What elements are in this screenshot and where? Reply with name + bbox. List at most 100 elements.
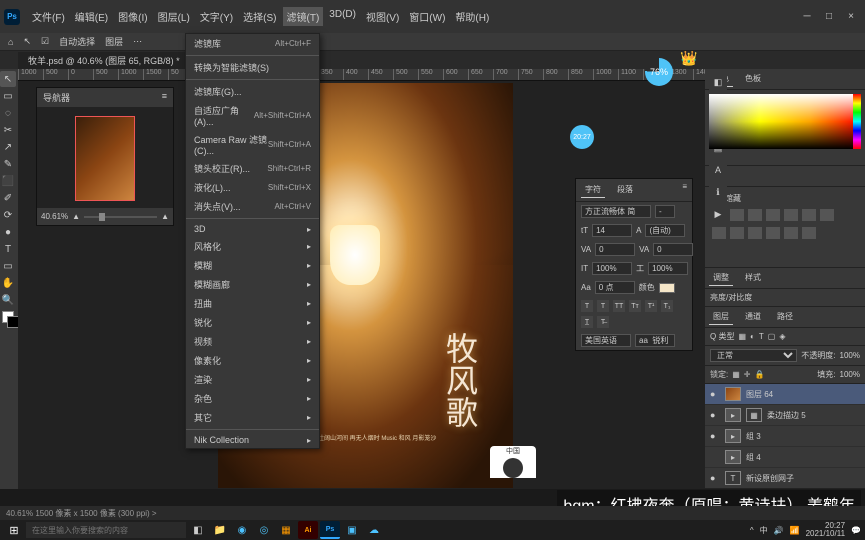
opacity-value[interactable]: 100% — [840, 351, 860, 360]
bold-icon[interactable]: T — [581, 300, 593, 312]
color-picker-field[interactable] — [709, 94, 861, 149]
visibility-toggle[interactable]: ● — [710, 410, 720, 420]
paragraph-tab[interactable]: 段落 — [613, 182, 637, 198]
menu-10[interactable]: 帮助(H) — [451, 7, 493, 26]
photoshop-icon[interactable]: Ps — [320, 521, 340, 539]
filter-menu-item[interactable]: 转换为智能滤镜(S) — [186, 58, 319, 77]
menu-7[interactable]: 3D(D) — [325, 7, 360, 26]
allcaps-icon[interactable]: TT — [613, 300, 625, 312]
superscript-icon[interactable]: T¹ — [645, 300, 657, 312]
lock-all-icon[interactable]: 🔒 — [755, 370, 765, 379]
fill-value[interactable]: 100% — [840, 370, 860, 379]
vscale-input[interactable] — [592, 262, 632, 275]
tray-wifi-icon[interactable]: 📶 — [790, 526, 800, 535]
tool-11[interactable]: ▭ — [0, 258, 16, 274]
leading-input[interactable] — [645, 224, 685, 237]
tray-volume-icon[interactable]: 🔊 — [774, 526, 784, 535]
blend-mode-select[interactable]: 正常 — [710, 349, 797, 362]
edge-icon[interactable]: ◉ — [232, 521, 252, 539]
layer-name[interactable]: 组 3 — [746, 431, 860, 442]
filter-adj-icon[interactable]: ◐ — [750, 332, 755, 341]
preset-icon[interactable] — [748, 227, 762, 239]
adjustments-tab[interactable]: 调整 — [709, 270, 733, 286]
close-button[interactable]: × — [841, 9, 861, 25]
zoom-out-icon[interactable]: ▲ — [72, 212, 80, 221]
paths-tab[interactable]: 路径 — [773, 309, 797, 325]
tray-chevron-icon[interactable]: ^ — [750, 526, 754, 535]
zoom-slider[interactable] — [84, 216, 157, 218]
preset-icon[interactable] — [766, 227, 780, 239]
navigator-preview[interactable] — [37, 108, 173, 208]
tracking-input[interactable] — [653, 243, 693, 256]
filter-menu-item[interactable]: 视频▸ — [186, 332, 319, 351]
menu-9[interactable]: 窗口(W) — [405, 7, 449, 26]
character-panel[interactable]: 字符 段落 ≡ tT A VA VA IT 工 Aa 颜色 T T TT Tт … — [575, 178, 693, 351]
home-icon[interactable]: ⌂ — [8, 37, 13, 47]
menu-8[interactable]: 视图(V) — [362, 7, 403, 26]
preset-icon[interactable] — [748, 209, 762, 221]
subscript-icon[interactable]: T₁ — [661, 300, 673, 312]
swatches-tab[interactable]: 色板 — [741, 71, 765, 87]
menu-0[interactable]: 文件(F) — [28, 7, 69, 26]
app-icon[interactable]: ☁ — [364, 521, 384, 539]
filter-shape-icon[interactable]: ▢ — [768, 332, 776, 341]
filter-menu-item[interactable]: 滤镜库Alt+Ctrl+F — [186, 34, 319, 53]
kerning-input[interactable] — [595, 243, 635, 256]
language-select[interactable] — [581, 334, 631, 347]
taskbar-search-input[interactable] — [26, 522, 186, 538]
filter-menu-item[interactable]: 液化(L)...Shift+Ctrl+X — [186, 178, 319, 197]
font-size-input[interactable] — [592, 224, 632, 237]
filter-menu-item[interactable]: 镜头校正(R)...Shift+Ctrl+R — [186, 159, 319, 178]
panel-menu-icon[interactable]: ≡ — [682, 182, 687, 198]
paragraph-icon[interactable]: A — [711, 163, 725, 177]
preset-icon[interactable] — [730, 227, 744, 239]
text-color-swatch[interactable] — [659, 283, 675, 293]
panel-menu-icon[interactable]: ≡ — [162, 91, 167, 104]
filter-smart-icon[interactable]: ◈ — [779, 332, 785, 341]
preset-icon[interactable] — [784, 209, 798, 221]
preset-icon[interactable] — [730, 209, 744, 221]
filter-text-icon[interactable]: T — [759, 332, 764, 341]
preset-icon[interactable] — [784, 227, 798, 239]
tray-ime-icon[interactable]: 中 — [760, 525, 768, 536]
filter-menu-item[interactable]: 模糊▸ — [186, 256, 319, 275]
tray-date[interactable]: 2021/10/11 — [806, 530, 845, 538]
layer-name[interactable]: 柔边描边 5 — [767, 410, 860, 421]
tool-2[interactable]: ◌ — [0, 105, 16, 121]
layers-tab[interactable]: 图层 — [709, 309, 733, 325]
baseline-input[interactable] — [595, 281, 635, 294]
layer-name[interactable]: 组 4 — [746, 452, 860, 463]
font-family-select[interactable] — [581, 205, 651, 218]
antialiasing-select[interactable] — [635, 334, 675, 347]
zoom-in-icon[interactable]: ▲ — [161, 212, 169, 221]
layer-row[interactable]: ● 图层 64 — [705, 384, 865, 405]
preset-icon[interactable] — [802, 209, 816, 221]
tool-13[interactable]: 🔍 — [0, 292, 16, 308]
tool-6[interactable]: ⬛ — [0, 173, 16, 189]
filter-menu-item[interactable]: 锐化▸ — [186, 313, 319, 332]
filter-menu-item[interactable]: 消失点(V)...Alt+Ctrl+V — [186, 197, 319, 216]
maximize-button[interactable]: □ — [819, 9, 839, 25]
smallcaps-icon[interactable]: Tт — [629, 300, 641, 312]
tool-8[interactable]: ⟳ — [0, 207, 16, 223]
filter-menu-item[interactable]: 模糊画廊▸ — [186, 275, 319, 294]
tool-4[interactable]: ↗ — [0, 139, 16, 155]
document-tab[interactable]: 牧羊.psd @ 40.6% (图层 65, RGB/8) *× — [18, 52, 202, 69]
channels-tab[interactable]: 通道 — [741, 309, 765, 325]
tool-0[interactable]: ↖ — [0, 71, 16, 87]
font-style-select[interactable] — [655, 205, 675, 218]
visibility-toggle[interactable]: ● — [710, 389, 720, 399]
lock-position-icon[interactable]: ✛ — [744, 370, 751, 379]
filter-pixel-icon[interactable]: ▦ — [738, 332, 746, 341]
menu-3[interactable]: 图层(L) — [154, 7, 194, 26]
visibility-toggle[interactable]: ● — [710, 431, 720, 441]
tool-12[interactable]: ✋ — [0, 275, 16, 291]
notifications-icon[interactable]: 💬 — [851, 526, 861, 535]
filter-menu-item[interactable]: Camera Raw 滤镜(C)...Shift+Ctrl+A — [186, 130, 319, 159]
lock-pixels-icon[interactable]: ▦ — [732, 370, 740, 379]
character-tab[interactable]: 字符 — [581, 182, 605, 198]
filter-menu-item[interactable]: 渲染▸ — [186, 370, 319, 389]
preset-icon[interactable] — [820, 209, 834, 221]
actions-icon[interactable]: ▶ — [711, 207, 725, 221]
layer-name[interactable]: 图层 64 — [746, 389, 860, 400]
